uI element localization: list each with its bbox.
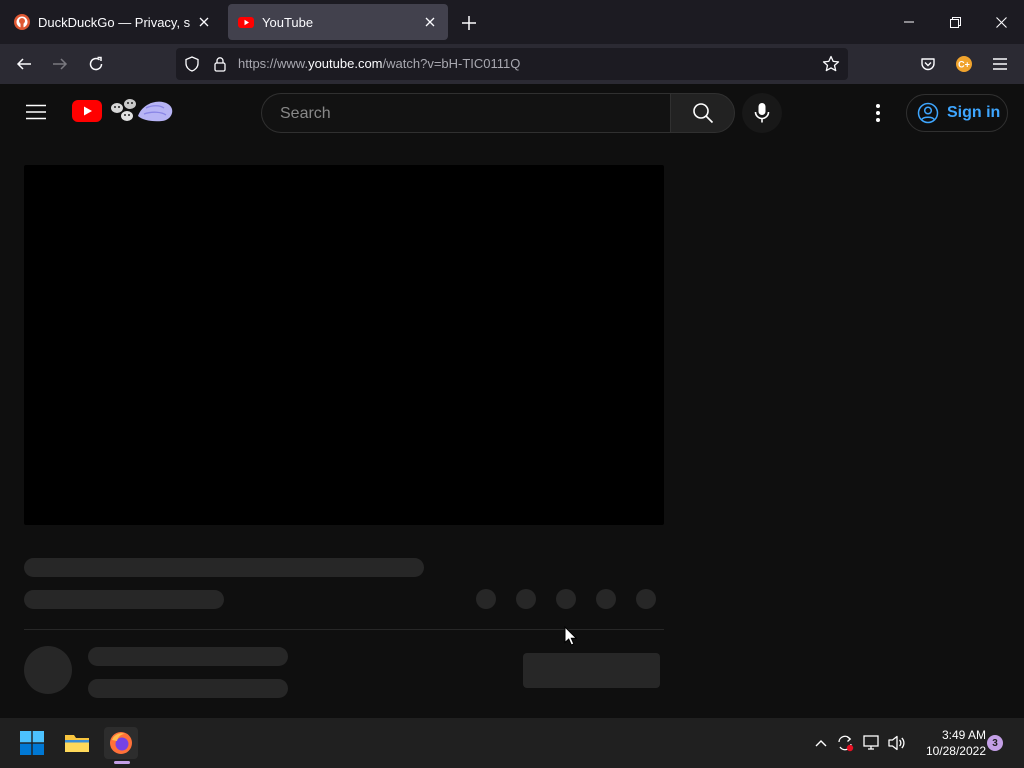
search-input[interactable] (278, 94, 662, 134)
pocket-button[interactable] (914, 50, 942, 78)
lock-icon[interactable] (212, 56, 228, 72)
file-explorer-icon (65, 735, 89, 752)
close-icon[interactable] (422, 14, 438, 30)
firefox-icon (110, 732, 132, 754)
forward-arrow-icon (53, 58, 68, 70)
channel-subscribers-placeholder (88, 679, 288, 698)
video-player[interactable] (24, 165, 664, 525)
clock-date: 10/28/2022 (925, 744, 986, 758)
chevron-up-icon (815, 740, 827, 747)
video-title-placeholder (24, 558, 424, 577)
close-icon[interactable] (196, 14, 212, 30)
tab-youtube[interactable]: YouTube (228, 4, 448, 40)
plus-icon (462, 16, 476, 30)
search-box[interactable] (261, 93, 671, 134)
channel-avatar-placeholder (24, 646, 72, 694)
app-menu-button[interactable] (986, 50, 1014, 78)
star-icon[interactable] (822, 55, 840, 73)
back-arrow-icon (16, 58, 31, 70)
action-button-placeholder (596, 589, 616, 609)
browser-nav-bar: https://www.youtube.com/watch?v=bH-TIC01… (0, 44, 1024, 84)
tab-duckduckgo[interactable]: DuckDuckGo — Privacy, simplified. (4, 4, 222, 40)
window-close-button[interactable] (978, 0, 1024, 44)
windows-start-icon (20, 731, 44, 755)
notification-badge[interactable]: 3 (987, 735, 1003, 751)
network-icon (863, 735, 879, 750)
forward-button[interactable] (46, 50, 74, 78)
search-icon (692, 103, 713, 124)
settings-more-button[interactable] (866, 100, 890, 126)
start-button[interactable] (15, 727, 49, 759)
hamburger-menu-icon (26, 104, 46, 120)
sync-status[interactable] (836, 734, 854, 752)
view-count-placeholder (24, 590, 224, 609)
channel-name-placeholder (88, 647, 288, 666)
youtube-doodle-logo[interactable] (108, 96, 176, 128)
pocket-icon (921, 58, 935, 71)
microphone-icon (754, 103, 770, 123)
restore-button[interactable] (932, 0, 978, 44)
guide-menu-button[interactable] (22, 98, 50, 126)
sign-in-button[interactable]: Sign in (906, 94, 1008, 132)
clock-time: 3:49 AM (941, 728, 986, 742)
account-icon (917, 102, 939, 124)
duckduckgo-favicon (14, 14, 30, 30)
network-status[interactable] (863, 734, 881, 752)
svg-text:C+: C+ (958, 60, 970, 70)
reload-button[interactable] (82, 50, 110, 78)
sign-in-label: Sign in (947, 104, 1001, 121)
more-vertical-icon (876, 104, 880, 122)
browser-tab-strip: DuckDuckGo — Privacy, simplified. YouTub… (0, 0, 1024, 44)
voice-search-button[interactable] (742, 93, 782, 133)
new-tab-button[interactable] (458, 12, 480, 34)
show-hidden-icons-button[interactable] (812, 734, 830, 752)
url-bar[interactable]: https://www.youtube.com/watch?v=bH-TIC01… (176, 48, 848, 80)
taskbar: 3:49 AM 10/28/2022 3 (0, 718, 1024, 768)
sync-icon (838, 735, 854, 752)
url-text[interactable]: https://www.youtube.com/watch?v=bH-TIC01… (238, 48, 520, 80)
subscribe-button-placeholder (523, 653, 660, 688)
action-button-placeholder (476, 589, 496, 609)
extension-icon: C+ (956, 56, 972, 72)
back-button[interactable] (10, 50, 38, 78)
youtube-favicon (238, 17, 254, 28)
url-path: /watch?v=bH-TIC0111Q (382, 56, 521, 71)
mouse-cursor-icon (564, 626, 577, 646)
active-app-indicator (114, 761, 130, 764)
restore-icon (949, 16, 961, 28)
url-host: youtube.com (308, 56, 383, 71)
system-clock[interactable]: 3:49 AM 10/28/2022 (916, 727, 986, 759)
extension-button[interactable]: C+ (950, 50, 978, 78)
volume-control[interactable] (888, 734, 906, 752)
action-button-placeholder (556, 589, 576, 609)
url-prefix: https://www. (238, 56, 309, 71)
tab-title: DuckDuckGo — Privacy, simplified. (38, 14, 190, 30)
hamburger-menu-icon (993, 58, 1007, 70)
youtube-logo[interactable] (72, 100, 102, 122)
tab-title: YouTube (262, 14, 314, 30)
action-button-placeholder (636, 589, 656, 609)
minimize-button[interactable] (886, 0, 932, 44)
file-explorer-button[interactable] (60, 727, 94, 759)
action-button-placeholder (516, 589, 536, 609)
volume-icon (888, 735, 905, 751)
reload-icon (89, 56, 103, 71)
minimize-icon (904, 21, 914, 23)
search-button[interactable] (670, 93, 735, 133)
shield-icon[interactable] (184, 56, 200, 72)
close-icon (995, 16, 1007, 28)
firefox-taskbar-button[interactable] (104, 727, 138, 759)
